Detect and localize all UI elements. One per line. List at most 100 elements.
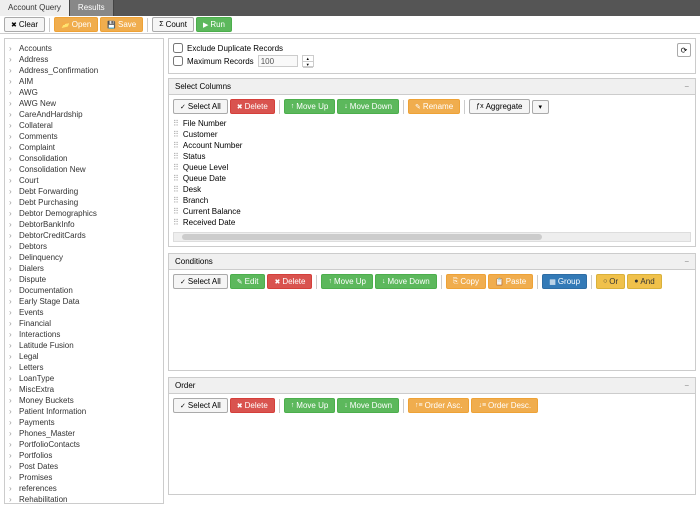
move-up-button[interactable]: ↑Move Up (321, 274, 373, 289)
tab-results[interactable]: Results (70, 0, 114, 16)
field-tree[interactable]: AccountsAddressAddress_ConfirmationAIMAW… (4, 38, 164, 504)
tree-item[interactable]: Debt Purchasing (7, 197, 161, 208)
tree-item[interactable]: Interactions (7, 329, 161, 340)
or-button[interactable]: ○Or (596, 274, 625, 289)
drag-handle-icon[interactable]: ⠿ (173, 119, 179, 128)
tree-item[interactable]: references (7, 483, 161, 494)
save-button[interactable]: 💾Save (100, 17, 143, 32)
tree-item[interactable]: Latitude Fusion (7, 340, 161, 351)
select-all-button[interactable]: ✓Select All (173, 398, 228, 413)
tree-item[interactable]: Complaint (7, 142, 161, 153)
horizontal-scrollbar[interactable] (173, 232, 691, 242)
tree-item[interactable]: DebtorBankInfo (7, 219, 161, 230)
drag-handle-icon[interactable]: ⠿ (173, 207, 179, 216)
max-records-checkbox[interactable] (173, 56, 183, 66)
column-item[interactable]: ⠿Customer (173, 129, 691, 140)
drag-handle-icon[interactable]: ⠿ (173, 196, 179, 205)
move-up-button[interactable]: ↑Move Up (284, 99, 336, 114)
drag-handle-icon[interactable]: ⠿ (173, 218, 179, 227)
tree-item[interactable]: Portfolios (7, 450, 161, 461)
column-item[interactable]: ⠿Status (173, 151, 691, 162)
drag-handle-icon[interactable]: ⠿ (173, 152, 179, 161)
move-up-button[interactable]: ↑Move Up (284, 398, 336, 413)
order-desc-button[interactable]: ↓≡Order Desc. (471, 398, 538, 413)
column-item[interactable]: ⠿Current Balance (173, 206, 691, 217)
column-item[interactable]: ⠿Queue Date (173, 173, 691, 184)
order-header[interactable]: Order − (169, 378, 695, 394)
aggregate-dropdown[interactable]: ▾ (532, 100, 550, 114)
select-all-button[interactable]: ✓Select All (173, 99, 228, 114)
column-item[interactable]: ⠿Desk (173, 184, 691, 195)
tree-item[interactable]: Accounts (7, 43, 161, 54)
clear-button[interactable]: ✖Clear (4, 17, 45, 32)
tree-item[interactable]: AIM (7, 76, 161, 87)
tree-item[interactable]: PortfolioContacts (7, 439, 161, 450)
run-button[interactable]: ▶Run (196, 17, 232, 32)
drag-handle-icon[interactable]: ⠿ (173, 163, 179, 172)
reload-button[interactable]: ⟳ (677, 43, 691, 57)
exclude-duplicates-checkbox[interactable] (173, 43, 183, 53)
column-item[interactable]: ⠿Account Number (173, 140, 691, 151)
move-down-button[interactable]: ↓Move Down (337, 398, 399, 413)
move-down-button[interactable]: ↓Move Down (337, 99, 399, 114)
tree-item[interactable]: Rehabilitation (7, 494, 161, 504)
scrollbar-thumb[interactable] (182, 234, 542, 240)
max-records-spinner[interactable]: ▲▼ (302, 55, 314, 67)
edit-button[interactable]: ✎Edit (230, 274, 266, 289)
tree-item[interactable]: Dispute (7, 274, 161, 285)
count-button[interactable]: ΣCount (152, 17, 194, 32)
delete-button[interactable]: ✖Delete (267, 274, 312, 289)
tree-item[interactable]: Debt Forwarding (7, 186, 161, 197)
tree-item[interactable]: Events (7, 307, 161, 318)
tree-item[interactable]: Collateral (7, 120, 161, 131)
column-item[interactable]: ⠿Received Date (173, 217, 691, 228)
tree-item[interactable]: Money Buckets (7, 395, 161, 406)
order-asc-button[interactable]: ↑≡Order Asc. (408, 398, 469, 413)
tab-account-query[interactable]: Account Query (0, 0, 70, 16)
and-button[interactable]: ●And (627, 274, 661, 289)
select-all-button[interactable]: ✓Select All (173, 274, 228, 289)
tree-item[interactable]: Post Dates (7, 461, 161, 472)
tree-item[interactable]: Payments (7, 417, 161, 428)
tree-item[interactable]: Early Stage Data (7, 296, 161, 307)
aggregate-button[interactable]: ƒxAggregate (469, 99, 529, 114)
tree-item[interactable]: Patient Information (7, 406, 161, 417)
delete-button[interactable]: ✖Delete (230, 398, 275, 413)
drag-handle-icon[interactable]: ⠿ (173, 185, 179, 194)
tree-item[interactable]: Consolidation (7, 153, 161, 164)
column-item[interactable]: ⠿Branch (173, 195, 691, 206)
column-item[interactable]: ⠿Queue Level (173, 162, 691, 173)
tree-item[interactable]: Phones_Master (7, 428, 161, 439)
tree-item[interactable]: AWG (7, 87, 161, 98)
move-down-button[interactable]: ↓Move Down (375, 274, 437, 289)
conditions-header[interactable]: Conditions − (169, 254, 695, 270)
tree-item[interactable]: Legal (7, 351, 161, 362)
tree-item[interactable]: Dialers (7, 263, 161, 274)
drag-handle-icon[interactable]: ⠿ (173, 130, 179, 139)
tree-item[interactable]: Debtors (7, 241, 161, 252)
tree-item[interactable]: LoanType (7, 373, 161, 384)
paste-button[interactable]: 📋Paste (488, 274, 533, 289)
tree-item[interactable]: Address (7, 54, 161, 65)
tree-item[interactable]: Debtor Demographics (7, 208, 161, 219)
copy-button[interactable]: ⎘Copy (446, 274, 486, 289)
tree-item[interactable]: AWG New (7, 98, 161, 109)
drag-handle-icon[interactable]: ⠿ (173, 141, 179, 150)
open-button[interactable]: 📂Open (54, 17, 98, 32)
max-records-input[interactable] (258, 55, 298, 67)
tree-item[interactable]: CareAndHardship (7, 109, 161, 120)
tree-item[interactable]: Consolidation New (7, 164, 161, 175)
tree-item[interactable]: DebtorCreditCards (7, 230, 161, 241)
tree-item[interactable]: Comments (7, 131, 161, 142)
tree-item[interactable]: Documentation (7, 285, 161, 296)
tree-item[interactable]: Address_Confirmation (7, 65, 161, 76)
tree-item[interactable]: Letters (7, 362, 161, 373)
tree-item[interactable]: Promises (7, 472, 161, 483)
drag-handle-icon[interactable]: ⠿ (173, 174, 179, 183)
rename-button[interactable]: ✎Rename (408, 99, 460, 114)
select-columns-header[interactable]: Select Columns − (169, 79, 695, 95)
group-button[interactable]: ▦Group (542, 274, 587, 289)
delete-button[interactable]: ✖Delete (230, 99, 275, 114)
tree-item[interactable]: Court (7, 175, 161, 186)
column-item[interactable]: ⠿File Number (173, 118, 691, 129)
